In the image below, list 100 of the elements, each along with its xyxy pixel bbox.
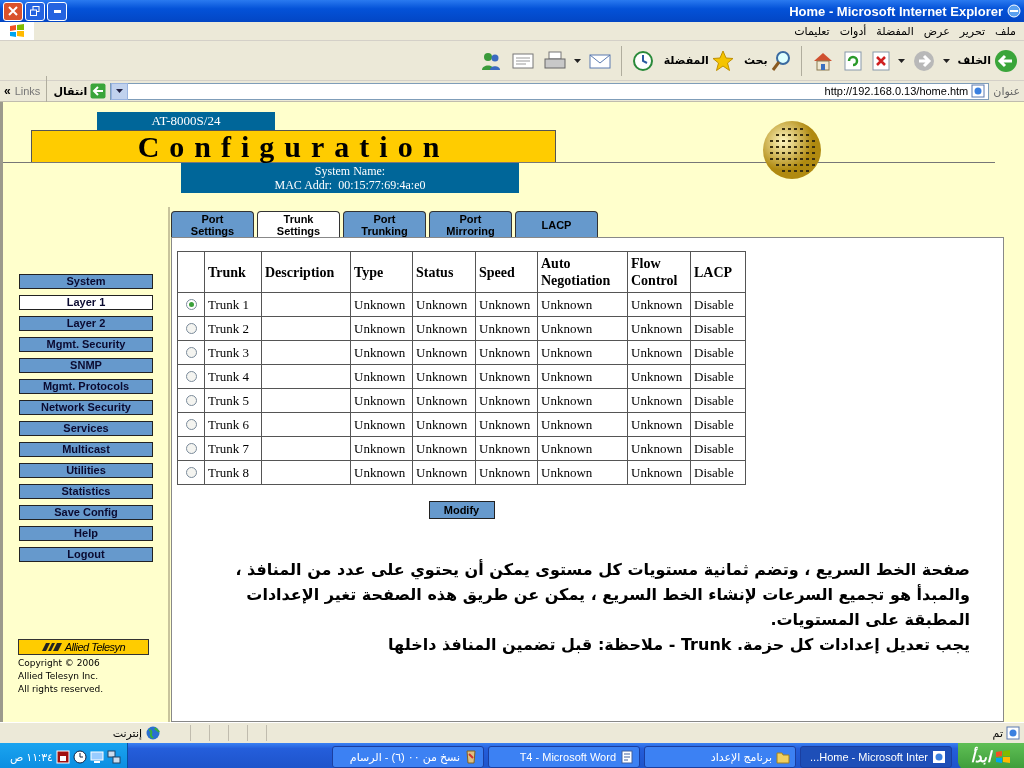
lock-icon	[56, 750, 70, 764]
restore-button[interactable]	[25, 1, 45, 21]
note-paragraph: صفحة الخط السريع ، وتضم ثمانية مستويات كل مستوى يمكن أن يحتوي على عدد من المنافذ ، والمبدأ هو تجميع السرعات لإنشاء الخط السريع ، يمكن عن طريق هذه الصفحة تغير الإعدادات المطبقة على المستويات.	[234, 558, 970, 631]
flag-icon	[9, 24, 25, 38]
sidebar-item[interactable]: Multicast	[19, 442, 153, 457]
more-button[interactable]: »	[4, 84, 11, 98]
sidebar-item[interactable]: Mgmt. Security	[19, 337, 153, 352]
sidebar-item[interactable]: System	[19, 274, 153, 289]
sidebar-item[interactable]: Logout	[19, 547, 153, 562]
table-cell: Unknown	[350, 364, 413, 389]
table-cell: Trunk 5	[204, 388, 262, 413]
table-cell: Unknown	[350, 436, 413, 461]
table-cell: Unknown	[350, 460, 413, 485]
radio-button[interactable]	[185, 419, 197, 430]
table-cell: Unknown	[475, 364, 538, 389]
table-cell: Disable	[690, 460, 746, 485]
minimize-icon	[53, 9, 61, 13]
menu-item[interactable]: عرض	[923, 24, 950, 38]
network-icon	[107, 750, 121, 764]
links-label[interactable]: Links	[14, 85, 41, 97]
favorites-button[interactable]: المفضلة	[661, 45, 736, 76]
sidebar-item[interactable]: Save Config	[19, 505, 153, 520]
sidebar-item[interactable]: Mgmt. Protocols	[19, 379, 153, 394]
tab[interactable]: Port Mirroring	[429, 211, 512, 237]
minimize-button[interactable]	[47, 1, 67, 21]
close-button[interactable]	[3, 1, 23, 21]
tab[interactable]: Port Trunking	[343, 211, 426, 237]
table-cell: Unknown	[537, 460, 628, 485]
menu-item[interactable]: المفضلة	[876, 24, 914, 38]
go-icon	[90, 83, 107, 99]
table-cell: Disable	[690, 436, 746, 461]
logo-text: Allied Telesyn	[64, 641, 126, 653]
taskbar-button[interactable]: Home - Microsoft Inter...	[800, 746, 952, 768]
status-text: تم	[992, 726, 1003, 740]
radio-button[interactable]	[185, 299, 197, 310]
sidebar-item[interactable]: Services	[19, 421, 153, 436]
copyright-text: All rights reserved.	[18, 683, 105, 696]
history-icon	[631, 49, 654, 72]
table-cell: Unknown	[412, 388, 476, 413]
table-cell: Unknown	[537, 412, 628, 437]
search-button[interactable]: بحث	[741, 45, 793, 76]
search-icon	[770, 49, 791, 72]
close-icon	[8, 6, 18, 16]
modify-button[interactable]: Modify	[428, 501, 495, 519]
taskbar-button[interactable]: برنامج الإعداد	[644, 746, 796, 768]
slanted-bars-icon	[41, 643, 62, 651]
table-cell: Unknown	[475, 340, 538, 365]
sidebar-item[interactable]: Statistics	[19, 484, 153, 499]
radio-button[interactable]	[185, 467, 197, 478]
go-button[interactable]: انتقال	[53, 83, 107, 99]
address-field[interactable]: http://192.168.0.13/home.htm	[110, 82, 990, 100]
back-button[interactable]: الخلف	[955, 45, 1020, 76]
taskbar-button[interactable]: T4 - Microsoft Word	[488, 746, 640, 768]
sidebar-item[interactable]: Layer 2	[19, 316, 153, 331]
radio-button[interactable]	[185, 443, 197, 454]
tab[interactable]: LACP	[515, 211, 598, 237]
computer-icon	[90, 750, 104, 764]
table-cell: Trunk 4	[204, 364, 262, 389]
table-cell: Trunk 8	[204, 460, 262, 485]
table-cell: Unknown	[537, 388, 628, 413]
paint-icon	[464, 750, 478, 764]
column-header: LACP	[690, 251, 746, 293]
note-paragraph: يجب تعديل إعدادات كل حزمة. Trunk - ملاحظة: قبل تضمين المنافذ داخلها	[387, 634, 970, 656]
folder-icon	[776, 750, 790, 764]
taskbar-button[interactable]: نسخ من ٠٠ (٦) - الرسام	[332, 746, 484, 768]
copyright-text: Allied Telesyn Inc.	[18, 670, 100, 683]
menu-item[interactable]: تحرير	[959, 24, 986, 38]
sidebar-item[interactable]: Network Security	[19, 400, 153, 415]
globe-icon	[146, 726, 160, 740]
copyright-text: Copyright © 2006	[18, 657, 101, 670]
menu-item[interactable]: ملف	[995, 24, 1016, 38]
sidebar-item[interactable]: Layer 1	[19, 295, 153, 310]
radio-button[interactable]	[185, 323, 197, 334]
menu-item[interactable]: تعليمات	[794, 24, 830, 38]
table-cell: Unknown	[627, 388, 691, 413]
tab[interactable]: Trunk Settings	[257, 211, 340, 237]
back-icon	[994, 48, 1018, 73]
clock-text: ١١:٣٤ ص	[9, 750, 53, 764]
radio-button[interactable]	[185, 347, 197, 358]
menu-item[interactable]: أدوات	[839, 24, 867, 38]
sidebar-item[interactable]: SNMP	[19, 358, 153, 373]
tab[interactable]: Port Settings	[171, 211, 254, 237]
flag-icon	[995, 750, 1012, 764]
column-header: Type	[350, 251, 413, 293]
column-header: Description	[261, 251, 351, 293]
table-cell: Unknown	[412, 412, 476, 437]
column-header: Flow Control	[627, 251, 691, 293]
document-icon	[620, 750, 634, 764]
sidebar-item[interactable]: Help	[19, 526, 153, 541]
caret-icon	[897, 58, 905, 63]
column-header: Speed	[475, 251, 538, 293]
sidebar-item[interactable]: Utilities	[19, 463, 153, 478]
clock-icon	[73, 750, 87, 764]
table-cell: Unknown	[627, 412, 691, 437]
table-cell: Trunk 7	[204, 436, 262, 461]
radio-button[interactable]	[185, 371, 197, 382]
table-cell: Unknown	[350, 388, 413, 413]
model-label: AT-8000S/24	[97, 112, 275, 130]
system-name-label: System Name:	[313, 164, 387, 178]
radio-button[interactable]	[185, 395, 197, 406]
